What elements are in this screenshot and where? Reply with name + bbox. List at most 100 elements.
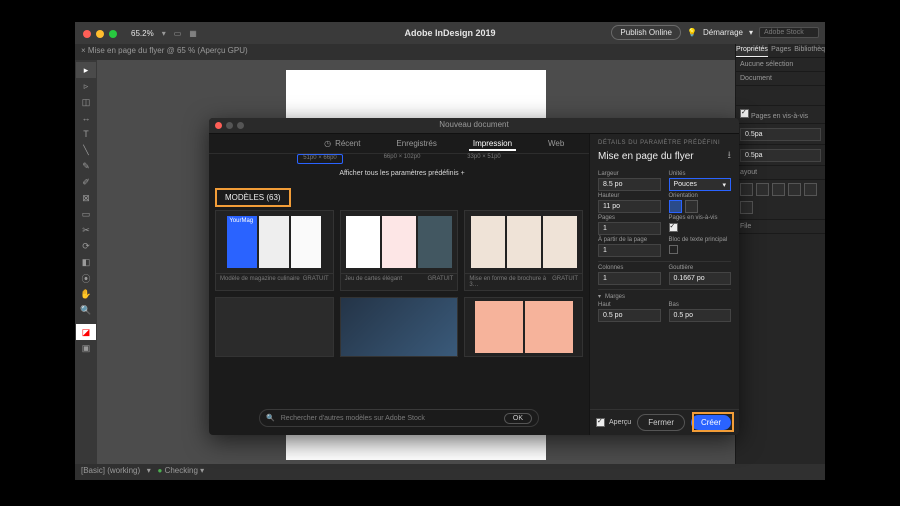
type-tool[interactable]: T	[76, 126, 96, 142]
dialog-max-icon	[237, 122, 244, 129]
card-price: GRATUIT	[427, 276, 453, 282]
save-preset-icon[interactable]: ⭳	[728, 148, 732, 165]
zoom-tool[interactable]: 🔍	[76, 302, 96, 318]
margins-label: Marges	[605, 294, 625, 300]
template-card-coral[interactable]	[464, 297, 583, 357]
width-field[interactable]: 8.5 po	[598, 178, 661, 191]
template-card-flatlay[interactable]	[340, 297, 459, 357]
preview-checkbox[interactable]	[596, 418, 605, 427]
publish-online-button[interactable]: Publish Online	[611, 25, 681, 40]
pen-tool[interactable]: ✎	[76, 158, 96, 174]
margin-top-field[interactable]: 0.5 po	[598, 309, 661, 322]
align-icon[interactable]	[772, 183, 785, 196]
facing-pages-checkbox[interactable]	[669, 223, 678, 232]
columns-field[interactable]: 1	[598, 272, 661, 285]
units-select[interactable]: Pouces▾	[669, 178, 732, 191]
stock-search-bar[interactable]: 🔍 Rechercher d'autres modèles sur Adobe …	[259, 409, 539, 427]
pencil-tool[interactable]: ✐	[76, 174, 96, 190]
close-button[interactable]: Fermer	[637, 414, 685, 431]
adobe-stock-search[interactable]: Adobe Stock	[759, 27, 819, 38]
margin-bottom-label: Bas	[669, 302, 732, 308]
height-label: Hauteur	[598, 193, 661, 199]
bulb-icon[interactable]: 💡	[687, 28, 697, 37]
start-page-field[interactable]: 1	[598, 244, 661, 257]
ok-button[interactable]: OK	[504, 413, 532, 424]
align-icon[interactable]	[788, 183, 801, 196]
eyedropper-tool[interactable]: ⦿	[76, 270, 96, 286]
card-price: GRATUIT	[303, 276, 329, 282]
scissors-tool[interactable]: ✂	[76, 222, 96, 238]
dialog-close-icon[interactable]	[215, 122, 222, 129]
tab-recent[interactable]: ◷Récent	[320, 137, 364, 150]
orientation-portrait[interactable]	[669, 200, 682, 213]
tab-web[interactable]: Web	[544, 137, 568, 150]
status-mode: [Basic] (working)	[81, 466, 140, 475]
spacing-field-2[interactable]: 0.5pa	[740, 149, 821, 162]
rectangle-frame-tool[interactable]: ⊠	[76, 190, 96, 206]
align-icon[interactable]	[740, 201, 753, 214]
card-title: Mise en forme de brochure à 3…	[469, 276, 552, 288]
chevron-down-icon[interactable]: ▾	[598, 293, 601, 300]
columns-label: Colonnes	[598, 265, 661, 271]
hand-tool[interactable]: ✋	[76, 286, 96, 302]
template-card-magazine[interactable]: YourMag Modèle de magazine culinaireGRAT…	[215, 210, 334, 291]
template-card-business[interactable]: Jeu de cartes élégant GRATUIT	[340, 210, 459, 291]
gutter-field[interactable]: 0.1667 po	[669, 272, 732, 285]
show-all-presets-link[interactable]: Afficher tous les paramètres prédéfinis …	[217, 170, 587, 177]
gradient-tool[interactable]: ◧	[76, 254, 96, 270]
selection-tool[interactable]: ▸	[76, 62, 96, 78]
tab-properties[interactable]: Propriétés	[736, 44, 768, 57]
orientation-landscape[interactable]	[685, 200, 698, 213]
window-controls[interactable]	[83, 30, 117, 38]
gap-tool[interactable]: ↔	[76, 110, 96, 126]
card-price: GRATUIT	[552, 276, 578, 288]
preset-details: DÉTAILS DU PARAMÈTRE PRÉDÉFINI Mise en p…	[589, 134, 739, 435]
zoom-level[interactable]: 65.2%	[131, 29, 154, 38]
screen-mode-icon[interactable]: ▭	[174, 29, 182, 38]
workspace-switcher[interactable]: Démarrage	[703, 28, 743, 37]
align-icon[interactable]	[740, 183, 753, 196]
chevron-down-icon[interactable]: ▾	[749, 28, 753, 37]
tab-library[interactable]: Bibliothèq	[794, 44, 825, 57]
page-tool[interactable]: ◫	[76, 94, 96, 110]
pages-field[interactable]: 1	[598, 222, 661, 235]
width-label: Largeur	[598, 171, 661, 177]
units-label: Unités	[669, 171, 732, 177]
dialog-titlebar[interactable]: Nouveau document	[209, 118, 739, 134]
rectangle-tool[interactable]: ▭	[76, 206, 96, 222]
chevron-down-icon: ▾	[722, 181, 726, 189]
facing-pages-label: Pages en vis-à-vis	[669, 215, 732, 221]
height-field[interactable]: 11 po	[598, 200, 661, 213]
minimize-window-icon[interactable]	[96, 30, 104, 38]
line-tool[interactable]: ╲	[76, 142, 96, 158]
preset-size-1[interactable]: 51p0 × 66p0	[297, 154, 343, 164]
tab-print[interactable]: Impression	[469, 137, 516, 151]
preset-size-2[interactable]: 66p0 × 102p0	[379, 154, 425, 164]
document-tab[interactable]: × Mise en page du flyer @ 65 % (Aperçu G…	[75, 44, 825, 60]
tab-saved[interactable]: Enregistrés	[392, 137, 440, 150]
transform-tool[interactable]: ⟳	[76, 238, 96, 254]
direct-selection-tool[interactable]: ▹	[76, 78, 96, 94]
template-card-brand[interactable]	[215, 297, 334, 357]
maximize-window-icon[interactable]	[109, 30, 117, 38]
arrange-icon[interactable]: ▦	[189, 29, 197, 38]
dialog-title: Nouveau document	[439, 120, 508, 129]
gutter-label: Gouttière	[669, 265, 732, 271]
master-text-checkbox[interactable]	[669, 245, 678, 254]
margin-bottom-field[interactable]: 0.5 po	[669, 309, 732, 322]
preset-size-3[interactable]: 33p0 × 51p0	[461, 154, 507, 164]
align-icon[interactable]	[804, 183, 817, 196]
screen-mode-tool[interactable]: ▣	[76, 340, 96, 356]
card-title: Jeu de cartes élégant	[345, 276, 402, 282]
create-button[interactable]: Créer	[691, 415, 731, 430]
align-icon[interactable]	[756, 183, 769, 196]
tab-pages[interactable]: Pages	[768, 44, 794, 57]
spacing-field-1[interactable]: 0.5pa	[740, 128, 821, 141]
template-card-brochure[interactable]: Mise en forme de brochure à 3…GRATUIT	[464, 210, 583, 291]
facing-pages-checkbox[interactable]	[740, 109, 749, 118]
close-window-icon[interactable]	[83, 30, 91, 38]
fill-stroke-swatch[interactable]: ◪	[76, 324, 96, 340]
facing-pages-label: Pages en vis-à-vis	[751, 113, 808, 120]
menubar: 65.2% ▾ ▭ ▦ Adobe InDesign 2019 Publish …	[75, 22, 825, 44]
view-options-icon[interactable]: ▾	[162, 29, 166, 38]
